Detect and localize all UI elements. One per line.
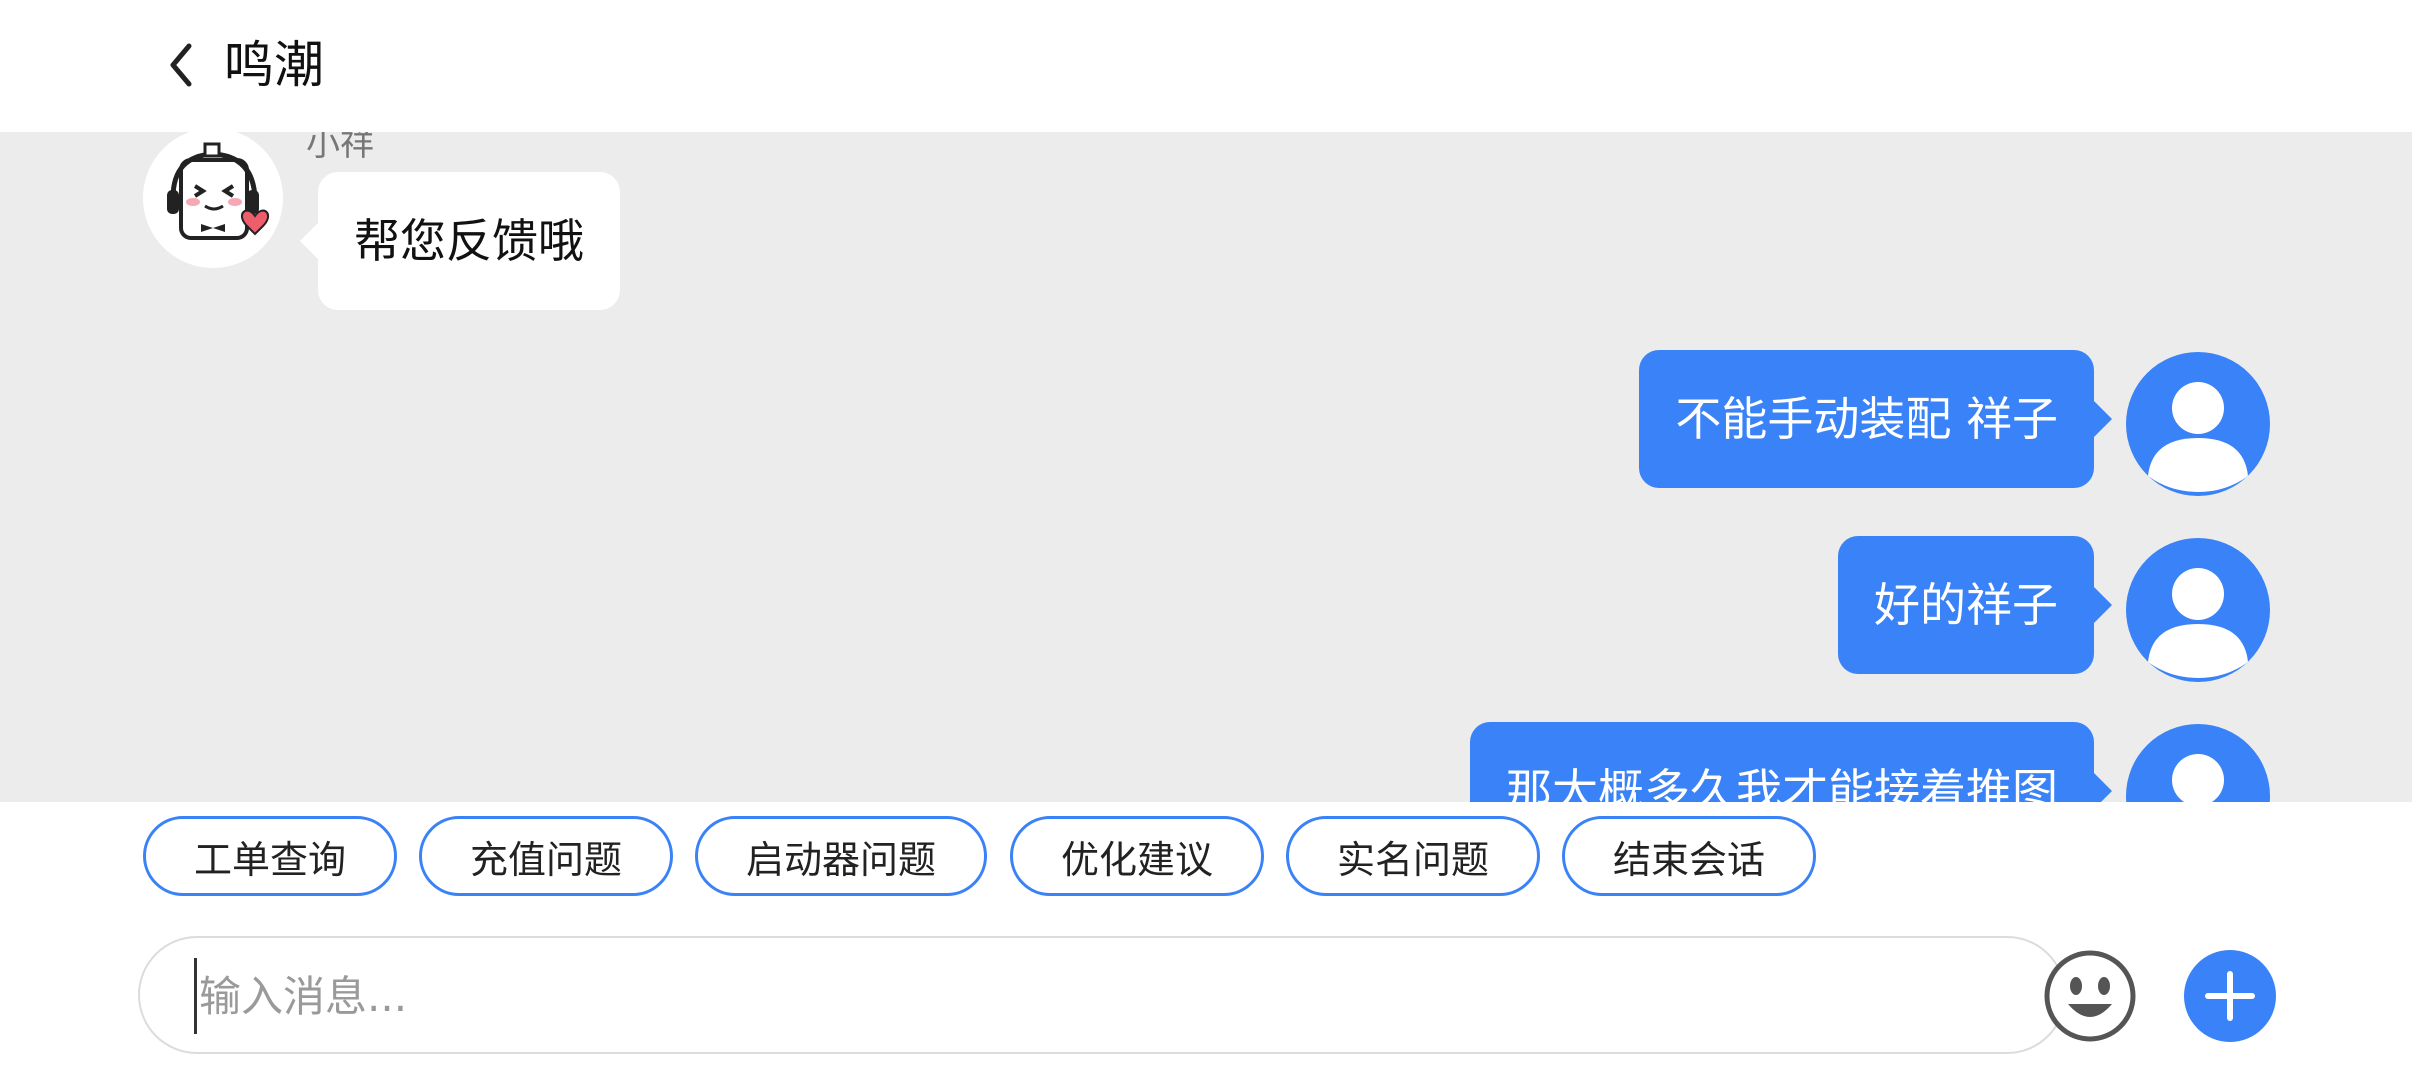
message-bubble-user: 好的祥子 — [1838, 536, 2112, 674]
quick-reply-recharge[interactable]: 充值问题 — [419, 816, 673, 896]
message-text: 帮您反馈哦 — [354, 214, 584, 268]
message-input[interactable] — [194, 958, 1981, 1034]
robot-mascot-icon — [143, 132, 283, 268]
message-text: 那大概多久我才能接着推图 — [1506, 764, 2058, 802]
smiley-face-icon — [2044, 950, 2136, 1042]
message-bubble-agent: 帮您反馈哦 — [300, 172, 620, 310]
user-avatar — [2126, 724, 2270, 802]
message-input-container[interactable] — [138, 936, 2066, 1054]
plus-icon — [2205, 971, 2255, 1021]
quick-reply-end-session[interactable]: 结束会话 — [1562, 816, 1816, 896]
agent-avatar — [143, 132, 283, 268]
message-text: 好的祥子 — [1874, 578, 2058, 632]
emoji-button[interactable] — [2042, 948, 2138, 1044]
quick-reply-work-order[interactable]: 工单查询 — [143, 816, 397, 896]
user-avatar — [2126, 352, 2270, 496]
user-silhouette-icon — [2172, 754, 2224, 802]
add-attachment-button[interactable] — [2184, 950, 2276, 1042]
message-text: 不能手动装配 祥子 — [1675, 392, 2058, 446]
quick-reply-bar: 工单查询 充值问题 启动器问题 优化建议 实名问题 结束会话 — [0, 802, 2412, 920]
chat-app: 鸣潮 小祥 帮您反馈哦 不能手动装配 祥子 好的祥子 那大概多久我才能接着推图 … — [0, 0, 2412, 1080]
input-bar — [0, 920, 2412, 1080]
quick-reply-launcher[interactable]: 启动器问题 — [695, 816, 987, 896]
chat-message-list[interactable]: 小祥 帮您反馈哦 不能手动装配 祥子 好的祥子 那大概多久我才能接着推图 — [0, 132, 2412, 802]
header: 鸣潮 — [0, 0, 2412, 132]
message-bubble-user: 那大概多久我才能接着推图 — [1470, 722, 2112, 802]
quick-reply-suggestion[interactable]: 优化建议 — [1010, 816, 1264, 896]
agent-name: 小祥 — [306, 132, 374, 164]
chevron-left-icon — [170, 43, 192, 87]
user-silhouette-icon — [2148, 568, 2248, 678]
user-silhouette-icon — [2148, 382, 2248, 492]
back-button[interactable] — [160, 34, 200, 96]
page-title: 鸣潮 — [224, 36, 324, 94]
user-avatar — [2126, 538, 2270, 682]
message-bubble-user: 不能手动装配 祥子 — [1639, 350, 2112, 488]
quick-reply-real-name[interactable]: 实名问题 — [1286, 816, 1540, 896]
